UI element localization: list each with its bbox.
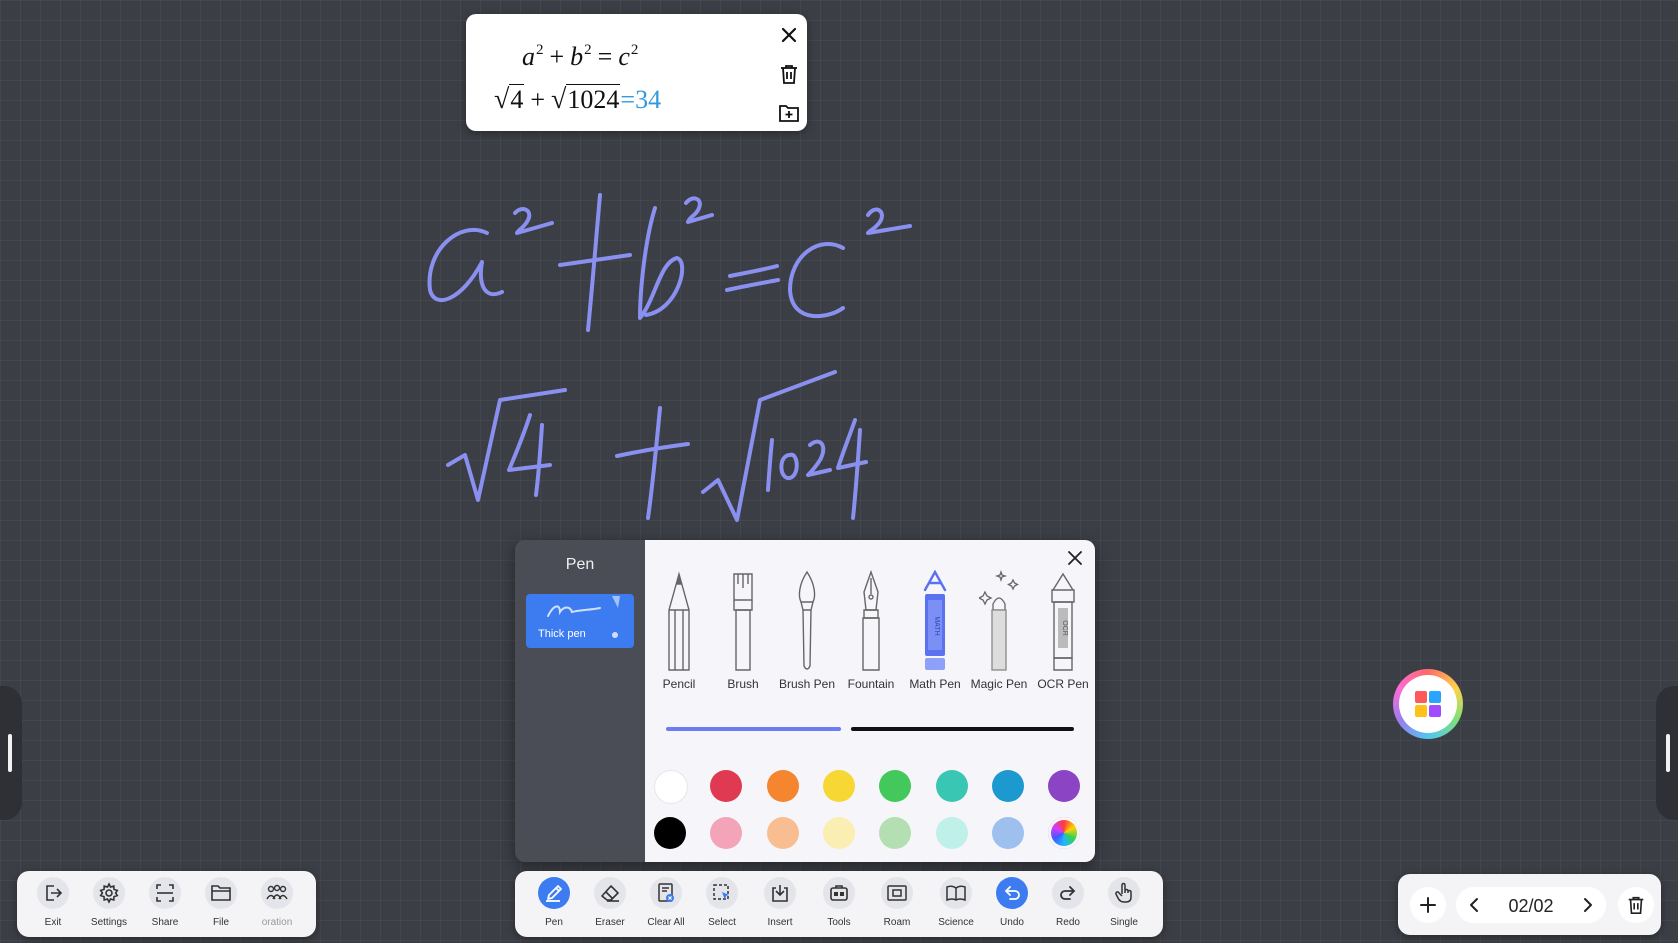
left-toolbar: Exit Settings Share File oration <box>17 871 316 937</box>
color-swatch[interactable] <box>879 817 911 849</box>
color-swatch[interactable] <box>767 770 799 802</box>
redo-icon <box>1060 886 1076 900</box>
brush-icon <box>733 573 753 671</box>
color-swatch[interactable] <box>1048 770 1080 802</box>
color-swatch[interactable] <box>936 817 968 849</box>
left-side-handle[interactable] <box>0 686 22 820</box>
hand-icon <box>1115 882 1132 903</box>
color-swatch[interactable] <box>823 817 855 849</box>
right-side-handle[interactable] <box>1656 686 1678 820</box>
clear-all-icon <box>658 883 674 902</box>
plus-icon <box>1420 897 1436 913</box>
calculation-result: =34 <box>620 85 662 114</box>
pen-options-area: Pencil Brush Brush Pen Fountain MATH Mat… <box>645 540 1095 862</box>
color-swatch[interactable] <box>767 817 799 849</box>
brush-pen-icon <box>798 570 816 670</box>
science-icon <box>946 885 966 902</box>
thick-pen-stroke-icon <box>547 596 620 617</box>
color-swatch[interactable] <box>654 770 688 804</box>
chevron-right-icon <box>1584 898 1592 912</box>
color-swatch[interactable] <box>936 770 968 802</box>
close-icon[interactable] <box>1063 546 1087 570</box>
handwriting-strokes <box>427 193 912 522</box>
single-touch-button[interactable]: Single <box>1096 871 1152 937</box>
eraser-button[interactable]: Eraser <box>582 871 638 937</box>
recognized-equation-1: a2 + b2 = c2 <box>522 42 639 71</box>
thick-pen-dot <box>612 632 618 638</box>
slider-fill <box>666 727 841 731</box>
undo-button[interactable]: Undo <box>984 871 1040 937</box>
custom-color-swatch[interactable] <box>1048 817 1080 849</box>
main-toolbar: Pen Eraser Clear All Select Insert Tools… <box>515 871 1163 937</box>
thick-pen-label: Thick pen <box>538 628 586 640</box>
folder-icon <box>211 885 231 901</box>
svg-text:MATH: MATH <box>933 616 940 635</box>
pen-icon <box>546 885 562 902</box>
floating-apps-button[interactable] <box>1393 669 1463 739</box>
tools-icon <box>830 885 848 901</box>
color-swatch[interactable] <box>992 770 1024 802</box>
gear-icon <box>99 882 119 904</box>
page-switcher: 02/02 <box>1456 887 1606 923</box>
thick-pen-option[interactable]: Thick pen <box>526 594 634 648</box>
page-navigation: 02/02 <box>1398 874 1661 935</box>
color-swatch[interactable] <box>823 770 855 802</box>
roam-icon <box>887 885 907 901</box>
select-button[interactable]: Select <box>694 871 750 937</box>
exit-icon <box>46 885 63 901</box>
pen-tool-label: OCR Pen <box>1037 677 1089 691</box>
save-to-folder-icon[interactable] <box>776 100 802 126</box>
trash-icon <box>1628 896 1644 914</box>
share-icon <box>156 884 174 902</box>
pen-button[interactable]: Pen <box>526 871 582 937</box>
tools-button[interactable]: Tools <box>811 871 867 937</box>
roam-button[interactable]: Roam <box>869 871 925 937</box>
select-icon <box>713 884 729 900</box>
pen-tool-brush-pen[interactable]: Brush Pen <box>777 570 837 694</box>
color-swatch[interactable] <box>879 770 911 802</box>
collaboration-button[interactable]: oration <box>249 871 305 937</box>
close-icon[interactable] <box>776 22 802 48</box>
svg-text:OCR: OCR <box>1061 620 1068 636</box>
settings-button[interactable]: Settings <box>81 871 137 937</box>
math-recognition-card: a2 + b2 = c2 √4 + √1024=34 <box>466 14 807 131</box>
redo-button[interactable]: Redo <box>1040 871 1096 937</box>
slider-track <box>851 727 1074 731</box>
collaboration-icon <box>266 884 288 900</box>
eraser-icon <box>601 885 619 902</box>
thickness-slider[interactable] <box>666 726 1074 732</box>
pen-tool-pencil[interactable]: Pencil <box>649 570 709 694</box>
color-swatch[interactable] <box>654 817 686 849</box>
science-button[interactable]: Science <box>928 871 984 937</box>
pen-panel-title: Pen <box>565 556 595 573</box>
clear-all-button[interactable]: Clear All <box>638 871 694 937</box>
color-swatch[interactable] <box>710 770 742 802</box>
add-page-button[interactable] <box>1410 887 1446 923</box>
share-button[interactable]: Share <box>137 871 193 937</box>
math-pen-icon: MATH <box>923 570 947 670</box>
insert-icon <box>772 885 788 902</box>
magic-pen-icon <box>979 570 1019 671</box>
ocr-pen-icon: OCR <box>1051 572 1075 671</box>
pen-tool-ocr-pen[interactable]: OCR OCR Pen <box>1033 570 1093 694</box>
apps-grid-icon <box>1415 691 1441 717</box>
color-swatch[interactable] <box>992 817 1024 849</box>
next-page-button[interactable] <box>1570 887 1606 923</box>
color-swatch[interactable] <box>710 817 742 849</box>
fountain-pen-icon <box>862 570 880 671</box>
pen-tool-math-pen[interactable]: MATH Math Pen <box>905 570 965 694</box>
recognized-equation-2: √4 + √1024=34 <box>494 84 662 115</box>
exit-button[interactable]: Exit <box>25 871 81 937</box>
delete-page-button[interactable] <box>1618 887 1654 923</box>
pen-type-sidebar: Pen Thick pen <box>515 540 645 862</box>
pencil-icon <box>668 571 690 671</box>
pen-tool-fountain[interactable]: Fountain <box>841 570 901 694</box>
undo-icon <box>1004 886 1020 900</box>
trash-icon[interactable] <box>776 61 802 87</box>
insert-button[interactable]: Insert <box>752 871 808 937</box>
pen-tool-magic-pen[interactable]: Magic Pen <box>969 570 1029 694</box>
pen-tool-brush[interactable]: Brush <box>713 570 773 694</box>
file-button[interactable]: File <box>193 871 249 937</box>
pen-settings-panel: Pen Thick pen Pencil Brush Brush Pen Fou… <box>515 540 1095 862</box>
